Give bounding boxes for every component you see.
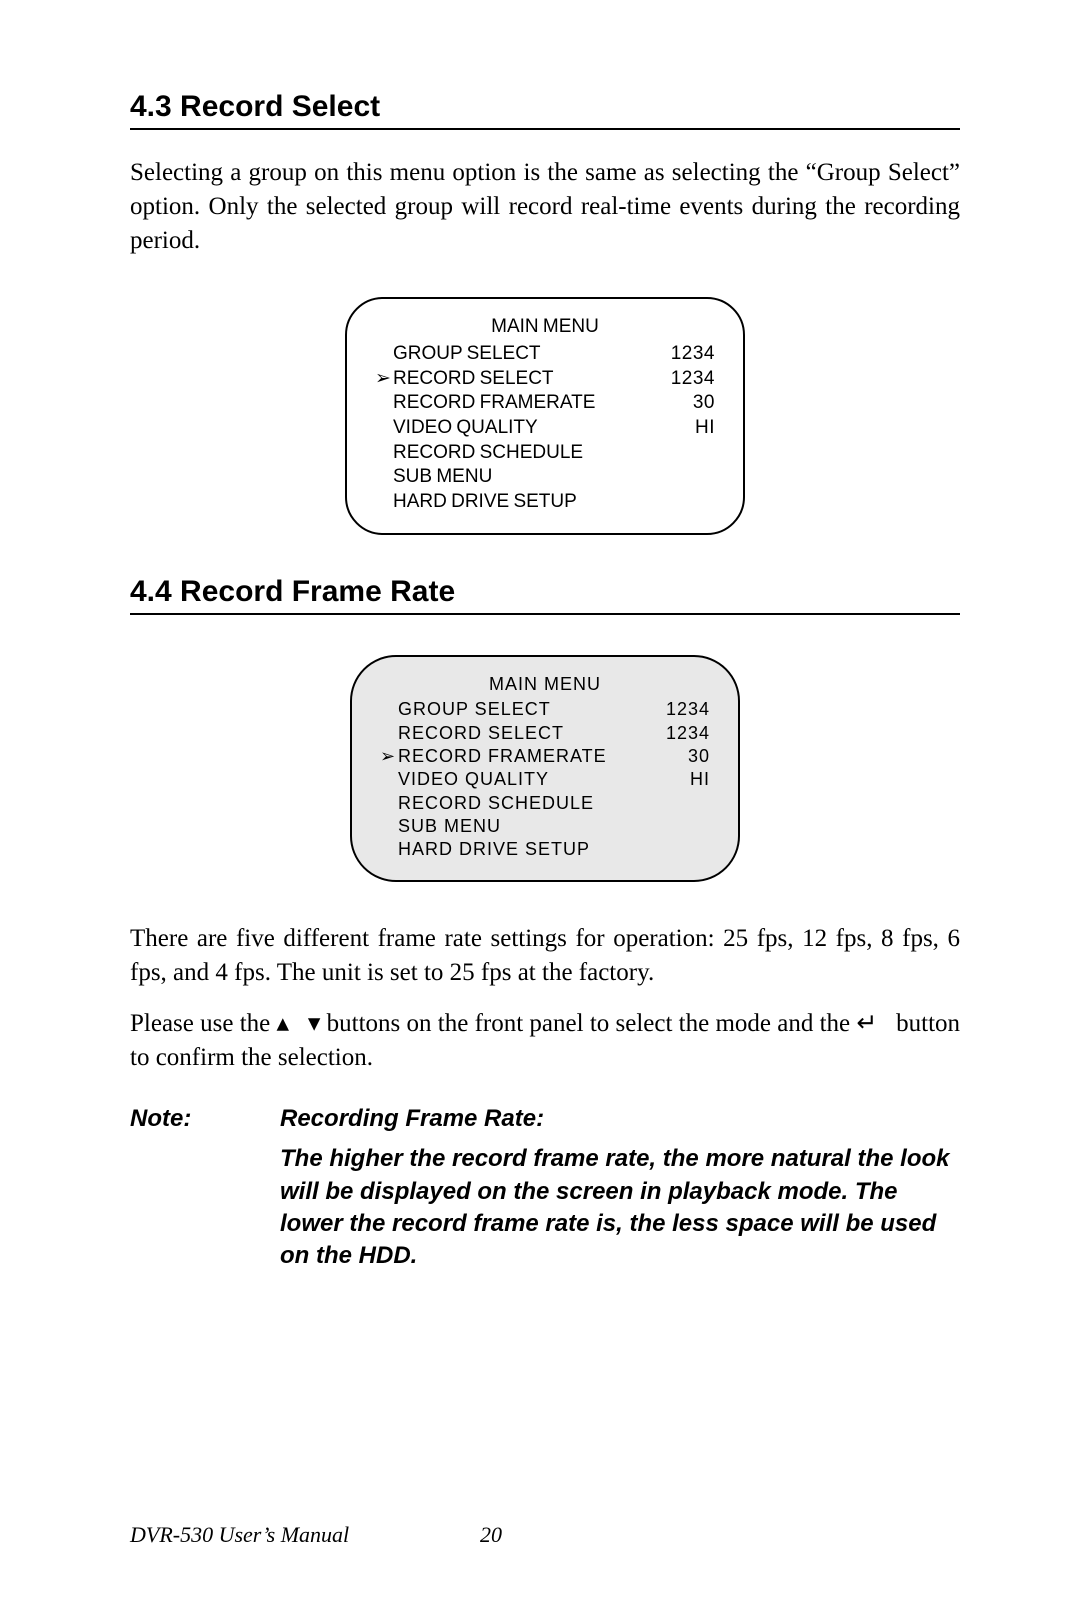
note-text: The higher the record frame rate, the mo… bbox=[280, 1143, 960, 1273]
main-menu-box-2: MAIN MENU GROUP SELECT 1234 RECORD SELEC… bbox=[350, 655, 740, 882]
menu-value: HI bbox=[650, 768, 710, 791]
menu-cursor: ➢ bbox=[380, 745, 398, 768]
menu-label: HARD DRIVE SETUP bbox=[398, 838, 650, 861]
note-block: Note: Recording Frame Rate: The higher t… bbox=[130, 1103, 960, 1281]
menu-label: SUB MENU bbox=[398, 815, 650, 838]
menu-label: RECORD SCHEDULE bbox=[398, 792, 650, 815]
menu-value: HI bbox=[655, 416, 715, 441]
menu-row: ➢ RECORD FRAMERATE 30 bbox=[380, 745, 710, 768]
main-menu-box-1: MAIN MENU GROUP SELECT 1234 ➢ RECORD SEL… bbox=[345, 297, 745, 535]
menu-row: SUB MENU bbox=[380, 815, 710, 838]
menu-row: RECORD SELECT 1234 bbox=[380, 722, 710, 745]
menu-value: 1234 bbox=[655, 342, 715, 367]
menu-label: RECORD FRAMERATE bbox=[398, 745, 650, 768]
down-arrow-icon: ▾ bbox=[308, 1009, 321, 1037]
menu-label: RECORD SELECT bbox=[393, 367, 655, 392]
menu-row: VIDEO QUALITY HI bbox=[380, 768, 710, 791]
menu-row: ➢ RECORD SELECT 1234 bbox=[375, 367, 715, 392]
note-title: Recording Frame Rate: bbox=[280, 1103, 960, 1135]
menu-title: MAIN MENU bbox=[380, 673, 710, 696]
footer-page-number: 20 bbox=[480, 1522, 502, 1548]
menu-row: GROUP SELECT 1234 bbox=[380, 698, 710, 721]
menu-value: 1234 bbox=[650, 698, 710, 721]
section-4-4-rule bbox=[130, 613, 960, 615]
section-4-4-heading: 4.4 Record Frame Rate bbox=[130, 575, 960, 609]
menu-label: SUB MENU bbox=[393, 465, 655, 490]
footer-doc-title: DVR-530 User’s Manual bbox=[130, 1522, 349, 1547]
page-footer: DVR-530 User’s Manual 20 bbox=[130, 1522, 960, 1548]
menu-row: HARD DRIVE SETUP bbox=[380, 838, 710, 861]
menu-row: GROUP SELECT 1234 bbox=[375, 342, 715, 367]
menu-screenshot-4-4: MAIN MENU GROUP SELECT 1234 RECORD SELEC… bbox=[130, 655, 960, 882]
menu-screenshot-4-3: MAIN MENU GROUP SELECT 1234 ➢ RECORD SEL… bbox=[130, 297, 960, 535]
menu-row: RECORD FRAMERATE 30 bbox=[375, 391, 715, 416]
menu-label: RECORD SELECT bbox=[398, 722, 650, 745]
text-fragment: buttons on the front panel to select the… bbox=[327, 1010, 857, 1037]
menu-title: MAIN MENU bbox=[375, 315, 715, 340]
menu-value: 1234 bbox=[655, 367, 715, 392]
menu-value: 30 bbox=[655, 391, 715, 416]
manual-page: 4.3 Record Select Selecting a group on t… bbox=[0, 0, 1080, 1618]
menu-label: GROUP SELECT bbox=[398, 698, 650, 721]
section-4-3-rule bbox=[130, 128, 960, 130]
menu-row: SUB MENU bbox=[375, 465, 715, 490]
up-arrow-icon: ▴ bbox=[277, 1009, 290, 1037]
menu-label: VIDEO QUALITY bbox=[393, 416, 655, 441]
menu-row: HARD DRIVE SETUP bbox=[375, 490, 715, 515]
menu-label: RECORD FRAMERATE bbox=[393, 391, 655, 416]
section-4-4-paragraph-1: There are five different frame rate sett… bbox=[130, 922, 960, 990]
section-4-3-paragraph: Selecting a group on this menu option is… bbox=[130, 156, 960, 257]
note-label: Note: bbox=[130, 1103, 280, 1281]
menu-row: VIDEO QUALITY HI bbox=[375, 416, 715, 441]
menu-value: 1234 bbox=[650, 722, 710, 745]
section-4-3-heading: 4.3 Record Select bbox=[130, 90, 960, 124]
menu-row: RECORD SCHEDULE bbox=[380, 792, 710, 815]
enter-icon: ↵ bbox=[856, 1009, 877, 1037]
menu-cursor: ➢ bbox=[375, 367, 393, 392]
menu-value: 30 bbox=[650, 745, 710, 768]
text-fragment: Please use the bbox=[130, 1010, 277, 1037]
menu-label: RECORD SCHEDULE bbox=[393, 441, 655, 466]
menu-label: VIDEO QUALITY bbox=[398, 768, 650, 791]
menu-row: RECORD SCHEDULE bbox=[375, 441, 715, 466]
menu-label: GROUP SELECT bbox=[393, 342, 655, 367]
note-body: Recording Frame Rate: The higher the rec… bbox=[280, 1103, 960, 1281]
section-4-4-paragraph-2: Please use the ▴ ▾ buttons on the front … bbox=[130, 1007, 960, 1075]
menu-label: HARD DRIVE SETUP bbox=[393, 490, 655, 515]
